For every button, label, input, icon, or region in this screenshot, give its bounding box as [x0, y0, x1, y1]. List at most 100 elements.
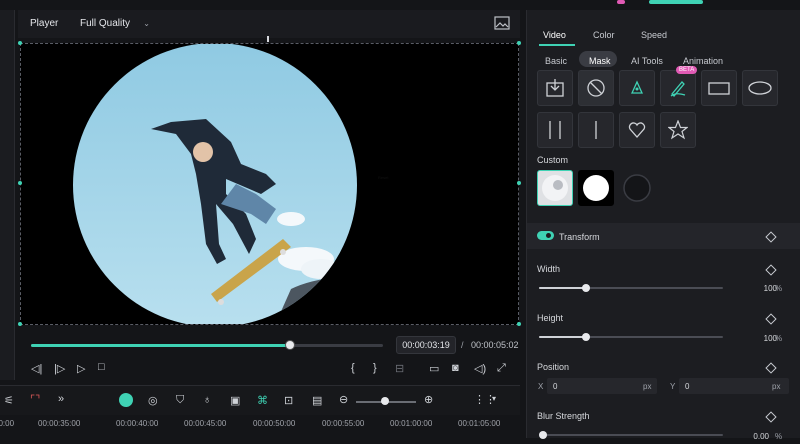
- video-preview[interactable]: Reset: [20, 43, 519, 325]
- subtab-ai-tools[interactable]: AI Tools: [631, 56, 663, 66]
- blur-slider[interactable]: [539, 434, 723, 436]
- resize-handle[interactable]: [517, 41, 521, 45]
- mark-in-icon[interactable]: {: [351, 362, 355, 374]
- ruler-tick: 00:00:40:00: [116, 419, 159, 428]
- quality-dropdown[interactable]: Full Quality ⌄: [74, 14, 156, 32]
- tab-speed[interactable]: Speed: [641, 30, 667, 40]
- auto-reframe-icon[interactable]: ⊡: [284, 394, 293, 407]
- previous-frame-icon[interactable]: ◁|: [31, 362, 42, 375]
- resize-handle[interactable]: [517, 322, 521, 326]
- microphone-icon[interactable]: ♁: [203, 394, 211, 406]
- current-time[interactable]: 00:00:03:19: [396, 336, 456, 354]
- player-header: Player Full Quality ⌄: [18, 10, 520, 38]
- adjust-icon[interactable]: ⚟: [4, 394, 14, 407]
- keyframe-diamond-icon[interactable]: [765, 264, 777, 276]
- volume-icon[interactable]: ◁): [474, 362, 486, 375]
- x-value: 0: [553, 382, 558, 391]
- custom-mask-tile-3[interactable]: [619, 170, 655, 206]
- mark-out-icon[interactable]: }: [373, 362, 377, 374]
- camera-icon[interactable]: ◙: [452, 362, 459, 374]
- keyframe-diamond-icon[interactable]: [765, 313, 777, 325]
- zoom-out-icon[interactable]: ⊖: [339, 393, 348, 406]
- chevron-down-icon[interactable]: ▾: [492, 394, 496, 403]
- x-input[interactable]: [547, 378, 657, 394]
- effect-icon[interactable]: ◎: [148, 394, 158, 407]
- mask-rectangle-tile[interactable]: [701, 70, 737, 106]
- subtab-animation[interactable]: Animation: [683, 56, 723, 66]
- subtitle-icon[interactable]: ▤: [312, 394, 322, 407]
- ai-mate-icon[interactable]: [119, 393, 133, 407]
- y-unit: px: [772, 382, 781, 391]
- play-icon[interactable]: ▷: [77, 362, 85, 375]
- x-label: X: [538, 382, 544, 391]
- blur-input[interactable]: 0.00: [723, 428, 773, 444]
- keyframe-diamond-icon[interactable]: [765, 411, 777, 423]
- tab-video[interactable]: Video: [543, 30, 566, 40]
- ruler-tick: 00:01:00:00: [390, 419, 433, 428]
- fullscreen-icon[interactable]: ⤢: [497, 362, 506, 375]
- ruler-tick: 00:00:35:00: [38, 419, 81, 428]
- overlay-reset-button: Reset: [378, 175, 389, 180]
- mask-ellipse-tile[interactable]: [742, 70, 778, 106]
- marker-icon[interactable]: ⌜⌝: [30, 393, 40, 406]
- mask-pen-tile[interactable]: [619, 70, 655, 106]
- custom-mask-tile-2[interactable]: [578, 170, 614, 206]
- height-slider-fill: [539, 336, 587, 338]
- brush-icon: [670, 81, 686, 97]
- mask-star-tile[interactable]: [660, 112, 696, 148]
- playhead-knob[interactable]: [285, 340, 295, 350]
- keyframe-diamond-icon[interactable]: [765, 362, 777, 374]
- y-value: 0: [685, 382, 690, 391]
- pen-icon: [630, 80, 644, 94]
- total-time: 00:00:05:02: [471, 340, 519, 350]
- stop-icon[interactable]: □: [98, 361, 105, 373]
- insert-icon[interactable]: ⊟: [395, 362, 404, 375]
- shield-icon[interactable]: ⛉: [176, 394, 184, 407]
- snap-icon[interactable]: ⌘: [257, 394, 268, 407]
- ruler-tick: 00:01:05:00: [458, 419, 501, 428]
- resize-handle[interactable]: [18, 41, 22, 45]
- image-view-icon[interactable]: [494, 16, 510, 30]
- width-input[interactable]: 100: [731, 280, 781, 296]
- beta-badge: BETA: [676, 66, 698, 74]
- height-unit: %: [775, 334, 783, 343]
- empty-circle-icon: [623, 174, 651, 202]
- heart-icon: [628, 122, 646, 138]
- mask-none-tile[interactable]: [578, 70, 614, 106]
- x-unit: px: [643, 382, 652, 391]
- mask-double-line-tile[interactable]: [537, 112, 573, 148]
- mask-import-tile[interactable]: [537, 70, 573, 106]
- upgrade-button[interactable]: [649, 0, 703, 4]
- mask-single-line-tile[interactable]: [578, 112, 614, 148]
- toggle-knob: [546, 233, 551, 238]
- width-slider-fill: [539, 287, 587, 289]
- resize-handle[interactable]: [18, 322, 22, 326]
- double-line-icon: [549, 121, 561, 139]
- mask-brush-tile[interactable]: [660, 70, 696, 106]
- ruler-tick: 00:00: [0, 419, 15, 428]
- mask-heart-tile[interactable]: [619, 112, 655, 148]
- resize-handle[interactable]: [18, 181, 22, 185]
- subtab-basic[interactable]: Basic: [545, 56, 567, 66]
- width-label: Width: [537, 264, 561, 274]
- import-icon: [546, 79, 564, 97]
- tab-color[interactable]: Color: [593, 30, 615, 40]
- expand-icon[interactable]: »: [58, 393, 64, 405]
- chevron-down-icon: ⌄: [143, 18, 150, 28]
- width-unit: %: [775, 284, 783, 293]
- custom-mask-tile-1[interactable]: [537, 170, 573, 206]
- height-slider-knob[interactable]: [582, 333, 590, 341]
- ruler-tick: 00:00:50:00: [253, 419, 296, 428]
- display-icon[interactable]: ▭: [429, 362, 439, 375]
- width-slider-knob[interactable]: [582, 284, 590, 292]
- zoom-in-icon[interactable]: ⊕: [424, 393, 433, 406]
- zoom-knob[interactable]: [381, 397, 389, 405]
- clip-icon[interactable]: ▣: [230, 394, 240, 407]
- resize-handle[interactable]: [517, 181, 521, 185]
- next-frame-icon[interactable]: |▷: [54, 362, 65, 375]
- subtab-mask[interactable]: Mask: [589, 56, 611, 66]
- height-input[interactable]: 100: [731, 330, 781, 346]
- position-label: Position: [537, 362, 570, 372]
- playback-progress: [31, 344, 290, 347]
- resize-handle[interactable]: [267, 36, 269, 42]
